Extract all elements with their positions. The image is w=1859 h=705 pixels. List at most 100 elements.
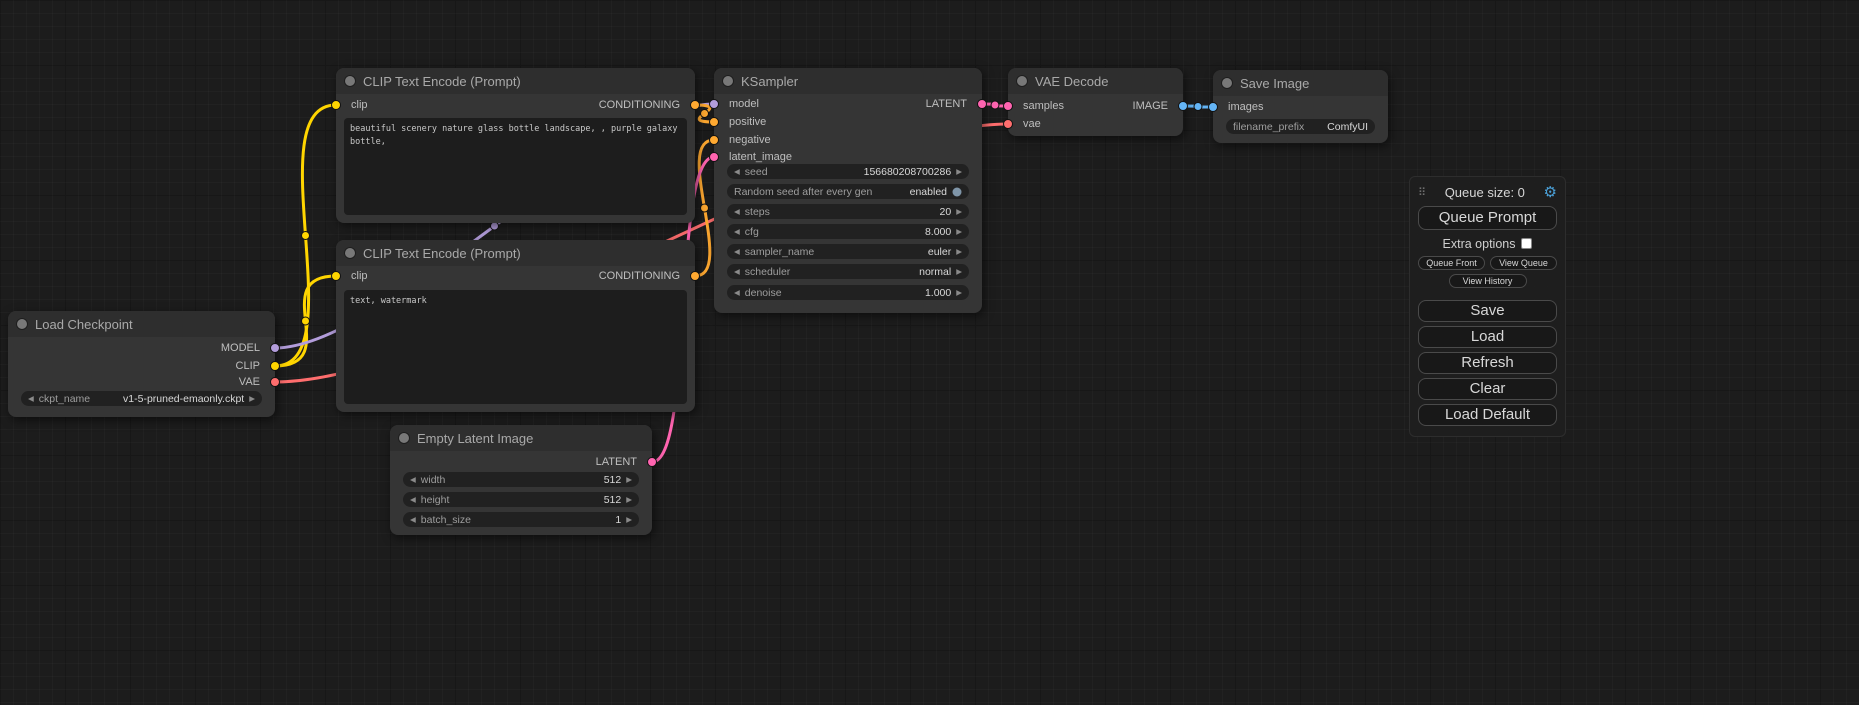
widget-random-seed-toggle[interactable]: Random seed after every gen enabled xyxy=(727,184,969,199)
node-vae-decode[interactable]: VAE Decode samples vae IMAGE xyxy=(1008,68,1183,136)
prev-arrow-icon[interactable]: ◀ xyxy=(734,228,740,236)
refresh-button[interactable]: Refresh xyxy=(1418,352,1557,374)
clear-button[interactable]: Clear xyxy=(1418,378,1557,400)
node-titlebar[interactable]: Load Checkpoint xyxy=(8,311,275,337)
widget-filename-prefix[interactable]: filename_prefix ComfyUI xyxy=(1226,119,1375,134)
widget-label: cfg xyxy=(745,226,759,238)
widget-seed[interactable]: ◀ seed 156680208700286 ▶ xyxy=(727,164,969,179)
drag-handle-icon[interactable]: ⠿ xyxy=(1418,186,1426,199)
widget-value: enabled xyxy=(877,186,947,198)
queue-prompt-button[interactable]: Queue Prompt xyxy=(1418,206,1557,230)
widget-label: steps xyxy=(745,206,770,218)
prev-arrow-icon[interactable]: ◀ xyxy=(410,476,416,484)
prev-arrow-icon[interactable]: ◀ xyxy=(734,289,740,297)
prev-arrow-icon[interactable]: ◀ xyxy=(410,516,416,524)
next-arrow-icon[interactable]: ▶ xyxy=(956,289,962,297)
node-titlebar[interactable]: Save Image xyxy=(1213,70,1388,96)
widget-label: scheduler xyxy=(745,266,791,278)
node-title: Load Checkpoint xyxy=(35,317,133,332)
prompt-textarea[interactable]: text, watermark xyxy=(344,290,687,404)
node-clip-text-encode-negative[interactable]: CLIP Text Encode (Prompt) clip CONDITION… xyxy=(336,240,695,412)
widget-label: filename_prefix xyxy=(1233,121,1304,133)
widget-value: 512 xyxy=(454,494,621,506)
prompt-textarea[interactable]: beautiful scenery nature glass bottle la… xyxy=(344,118,687,215)
node-titlebar[interactable]: VAE Decode xyxy=(1008,68,1183,94)
collapse-dot[interactable] xyxy=(1222,78,1232,88)
prev-arrow-icon[interactable]: ◀ xyxy=(734,248,740,256)
input-label-clip: clip xyxy=(351,270,368,282)
node-title: VAE Decode xyxy=(1035,74,1108,89)
widget-ckpt-name[interactable]: ◀ ckpt_name v1-5-pruned-emaonly.ckpt ▶ xyxy=(21,391,262,406)
output-label-latent: LATENT xyxy=(596,456,637,468)
widget-value: normal xyxy=(795,266,951,278)
load-default-button[interactable]: Load Default xyxy=(1418,404,1557,426)
link-midpoint-dot xyxy=(302,232,310,240)
link-midpoint-dot xyxy=(991,101,999,109)
input-label-positive: positive xyxy=(729,116,766,128)
prev-arrow-icon[interactable]: ◀ xyxy=(734,208,740,216)
node-titlebar[interactable]: CLIP Text Encode (Prompt) xyxy=(336,68,695,94)
node-clip-text-encode-positive[interactable]: CLIP Text Encode (Prompt) clip CONDITION… xyxy=(336,68,695,223)
collapse-dot[interactable] xyxy=(345,76,355,86)
collapse-dot[interactable] xyxy=(345,248,355,258)
output-label-image: IMAGE xyxy=(1133,100,1168,112)
input-label-model: model xyxy=(729,98,759,110)
node-load-checkpoint[interactable]: Load Checkpoint MODEL CLIP VAE ◀ ckpt_na… xyxy=(8,311,275,417)
link-midpoint-dot xyxy=(701,204,709,212)
output-label-latent: LATENT xyxy=(926,98,967,110)
next-arrow-icon[interactable]: ▶ xyxy=(956,208,962,216)
next-arrow-icon[interactable]: ▶ xyxy=(249,395,255,403)
node-save-image[interactable]: Save Image images filename_prefix ComfyU… xyxy=(1213,70,1388,143)
next-arrow-icon[interactable]: ▶ xyxy=(626,496,632,504)
widget-value: 8.000 xyxy=(764,226,951,238)
node-titlebar[interactable]: CLIP Text Encode (Prompt) xyxy=(336,240,695,266)
node-titlebar[interactable]: KSampler xyxy=(714,68,982,94)
collapse-dot[interactable] xyxy=(1017,76,1027,86)
widget-value: 156680208700286 xyxy=(773,166,952,178)
load-button[interactable]: Load xyxy=(1418,326,1557,348)
node-titlebar[interactable]: Empty Latent Image xyxy=(390,425,652,451)
next-arrow-icon[interactable]: ▶ xyxy=(956,268,962,276)
widget-denoise[interactable]: ◀ denoise 1.000 ▶ xyxy=(727,285,969,300)
queue-panel: ⠿ Queue size: 0 ⚙ Queue Prompt Extra opt… xyxy=(1409,176,1566,437)
input-label-vae: vae xyxy=(1023,118,1041,130)
node-graph-canvas[interactable]: Load Checkpoint MODEL CLIP VAE ◀ ckpt_na… xyxy=(0,0,1859,705)
output-label-conditioning: CONDITIONING xyxy=(599,270,680,282)
widget-steps[interactable]: ◀ steps 20 ▶ xyxy=(727,204,969,219)
view-queue-button[interactable]: View Queue xyxy=(1490,256,1557,270)
view-history-button[interactable]: View History xyxy=(1449,274,1527,288)
prev-arrow-icon[interactable]: ◀ xyxy=(734,268,740,276)
collapse-dot[interactable] xyxy=(17,319,27,329)
input-label-clip: clip xyxy=(351,99,368,111)
widget-value: 1.000 xyxy=(787,287,952,299)
widget-label: seed xyxy=(745,166,768,178)
widget-cfg[interactable]: ◀ cfg 8.000 ▶ xyxy=(727,224,969,239)
extra-options-checkbox[interactable] xyxy=(1521,238,1532,249)
prev-arrow-icon[interactable]: ◀ xyxy=(410,496,416,504)
toggle-dot[interactable] xyxy=(952,187,962,197)
next-arrow-icon[interactable]: ▶ xyxy=(626,476,632,484)
settings-gear-icon[interactable]: ⚙ xyxy=(1544,185,1557,200)
queue-size-label: Queue size: 0 xyxy=(1426,185,1543,200)
queue-front-button[interactable]: Queue Front xyxy=(1418,256,1485,270)
widget-batch-size[interactable]: ◀ batch_size 1 ▶ xyxy=(403,512,639,527)
next-arrow-icon[interactable]: ▶ xyxy=(956,248,962,256)
node-empty-latent-image[interactable]: Empty Latent Image LATENT ◀ width 512 ▶ … xyxy=(390,425,652,535)
widget-value: ComfyUI xyxy=(1309,121,1368,133)
node-ksampler[interactable]: KSampler model positive negative latent_… xyxy=(714,68,982,313)
widget-sampler-name[interactable]: ◀ sampler_name euler ▶ xyxy=(727,244,969,259)
link-midpoint-dot xyxy=(302,317,310,325)
input-label-images: images xyxy=(1228,101,1263,113)
input-label-negative: negative xyxy=(729,134,771,146)
widget-scheduler[interactable]: ◀ scheduler normal ▶ xyxy=(727,264,969,279)
prev-arrow-icon[interactable]: ◀ xyxy=(28,395,34,403)
collapse-dot[interactable] xyxy=(723,76,733,86)
collapse-dot[interactable] xyxy=(399,433,409,443)
next-arrow-icon[interactable]: ▶ xyxy=(956,228,962,236)
next-arrow-icon[interactable]: ▶ xyxy=(626,516,632,524)
next-arrow-icon[interactable]: ▶ xyxy=(956,168,962,176)
widget-height[interactable]: ◀ height 512 ▶ xyxy=(403,492,639,507)
widget-width[interactable]: ◀ width 512 ▶ xyxy=(403,472,639,487)
save-button[interactable]: Save xyxy=(1418,300,1557,322)
prev-arrow-icon[interactable]: ◀ xyxy=(734,168,740,176)
